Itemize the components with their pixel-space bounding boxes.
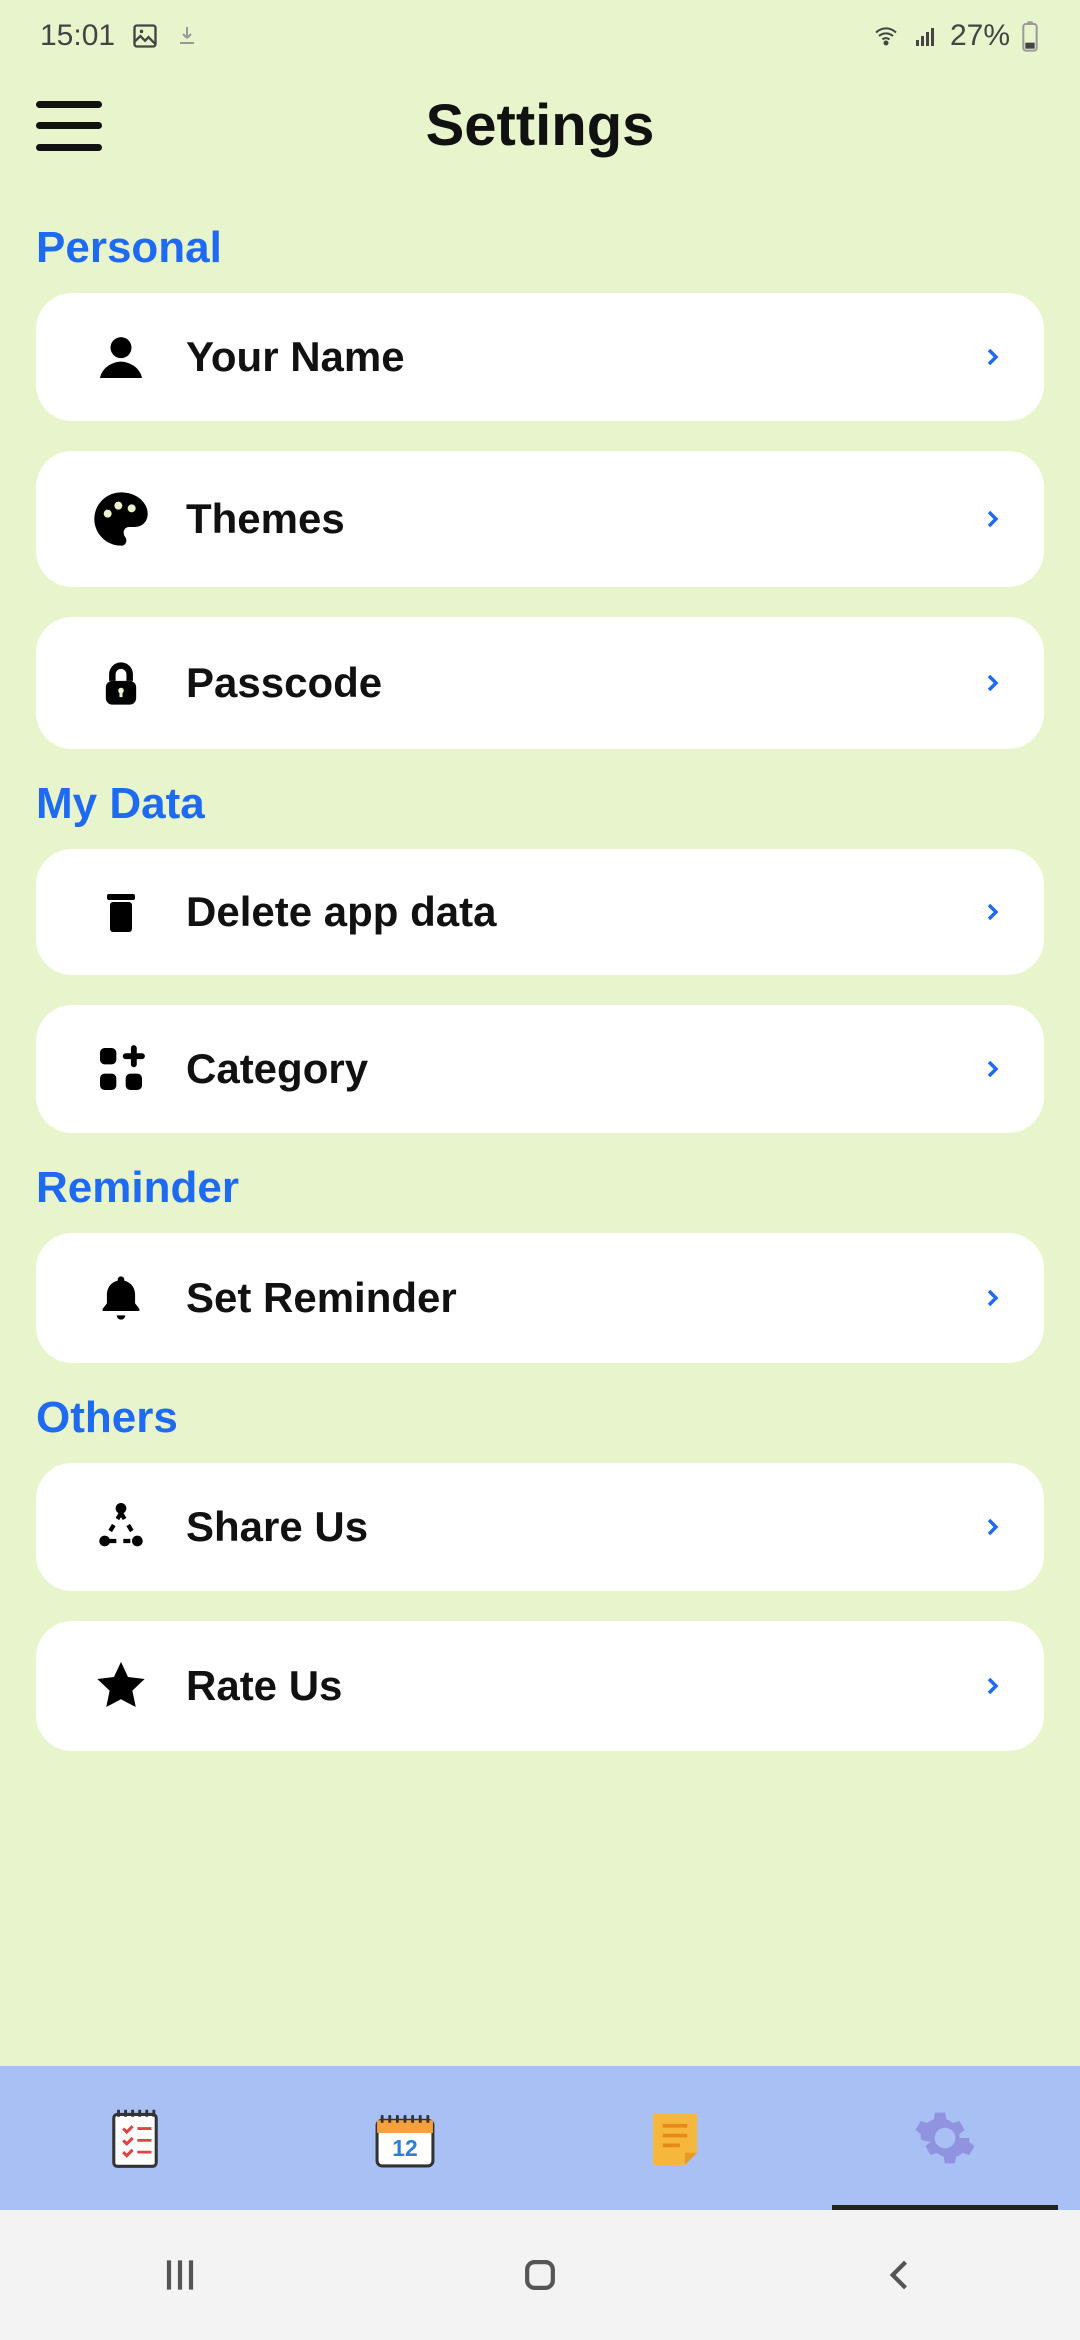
section-others-title: Others — [36, 1393, 1044, 1443]
nav-calendar[interactable]: 12 — [270, 2066, 540, 2210]
section-reminder-title: Reminder — [36, 1163, 1044, 1213]
category-icon — [93, 1041, 149, 1097]
chevron-right-icon — [980, 663, 1004, 703]
chevron-right-icon — [980, 499, 1004, 539]
section-mydata-title: My Data — [36, 779, 1044, 829]
battery-icon — [1020, 20, 1040, 52]
lock-icon — [95, 653, 147, 713]
nav-settings[interactable] — [810, 2066, 1080, 2210]
share-icon — [93, 1499, 149, 1555]
row-rate-us[interactable]: Rate Us — [36, 1621, 1044, 1751]
battery-percent: 27% — [950, 19, 1010, 53]
section-personal-title: Personal — [36, 223, 1044, 273]
app-header: Settings — [0, 72, 1080, 199]
home-icon[interactable] — [518, 2253, 562, 2297]
image-icon — [131, 22, 159, 50]
status-time: 15:01 — [40, 19, 115, 53]
row-label: Your Name — [166, 333, 980, 381]
calendar-icon: 12 — [372, 2107, 438, 2169]
chevron-right-icon — [980, 337, 1004, 377]
row-label: Rate Us — [166, 1662, 980, 1710]
chevron-right-icon — [980, 1049, 1004, 1089]
chevron-right-icon — [980, 1666, 1004, 1706]
row-label: Category — [166, 1045, 980, 1093]
palette-icon — [89, 487, 153, 551]
row-delete-app-data[interactable]: Delete app data — [36, 849, 1044, 975]
nav-notes[interactable] — [0, 2066, 270, 2210]
status-bar: 15:01 27% — [0, 0, 1080, 72]
bottom-nav: 12 — [0, 2066, 1080, 2210]
row-themes[interactable]: Themes — [36, 451, 1044, 587]
bell-icon — [95, 1269, 147, 1327]
chevron-right-icon — [980, 1507, 1004, 1547]
row-category[interactable]: Category — [36, 1005, 1044, 1133]
chevron-right-icon — [980, 892, 1004, 932]
row-your-name[interactable]: Your Name — [36, 293, 1044, 421]
nav-documents[interactable] — [540, 2066, 810, 2210]
star-icon — [92, 1657, 150, 1715]
back-icon[interactable] — [878, 2253, 922, 2297]
gear-icon — [914, 2107, 976, 2169]
page-title: Settings — [36, 92, 1044, 159]
note-icon — [648, 2108, 702, 2168]
chevron-right-icon — [980, 1278, 1004, 1318]
row-passcode[interactable]: Passcode — [36, 617, 1044, 749]
row-share-us[interactable]: Share Us — [36, 1463, 1044, 1591]
download-icon — [175, 22, 199, 50]
row-label: Share Us — [166, 1503, 980, 1551]
wifi-icon — [870, 24, 902, 48]
signal-icon — [912, 24, 940, 48]
row-label: Delete app data — [166, 888, 980, 936]
recent-apps-icon[interactable] — [158, 2253, 202, 2297]
svg-text:12: 12 — [392, 2135, 417, 2161]
content: Personal Your Name Themes Passcode My Da… — [0, 199, 1080, 2066]
person-icon — [93, 329, 149, 385]
row-label: Set Reminder — [166, 1274, 980, 1322]
row-label: Themes — [166, 495, 980, 543]
notes-icon — [106, 2105, 164, 2171]
trash-icon — [97, 885, 145, 939]
row-set-reminder[interactable]: Set Reminder — [36, 1233, 1044, 1363]
row-label: Passcode — [166, 659, 980, 707]
system-nav — [0, 2210, 1080, 2340]
